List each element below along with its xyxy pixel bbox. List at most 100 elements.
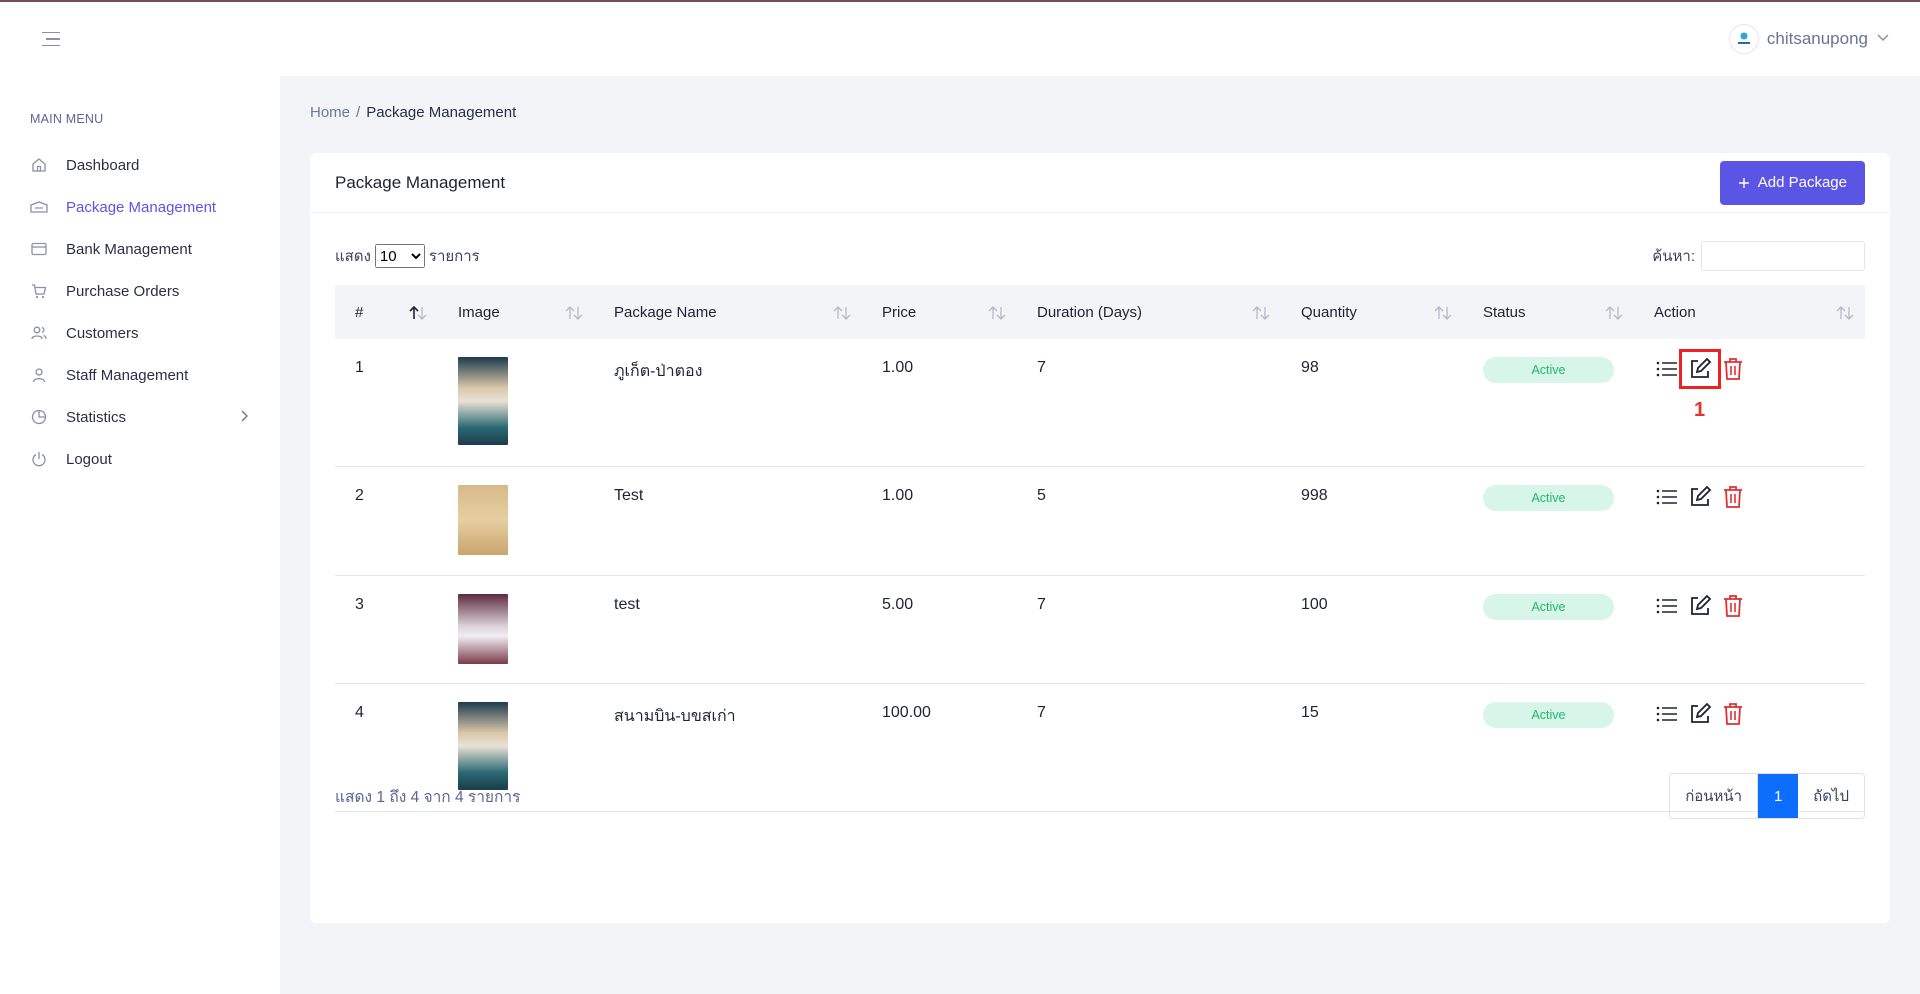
- quantity: 100: [1281, 575, 1463, 684]
- trash-icon[interactable]: [1720, 356, 1746, 382]
- column-header-status[interactable]: Status: [1463, 285, 1634, 339]
- image-cell: [438, 339, 594, 467]
- sidebar-item-label: Dashboard: [66, 156, 140, 174]
- table-header-row: # Image Package Name Price Duration (Day…: [335, 285, 1865, 339]
- search-label: ค้นหา:: [1652, 248, 1695, 265]
- status-badge: Active: [1483, 701, 1614, 728]
- status-badge: Active: [1483, 484, 1614, 511]
- prev-page-button[interactable]: ก่อนหน้า: [1670, 774, 1759, 818]
- username: chitsanupong: [1766, 29, 1868, 48]
- menu-toggle-icon[interactable]: [38, 27, 62, 51]
- column-header-duration[interactable]: Duration (Days): [1017, 285, 1281, 339]
- credit-card-icon: [30, 240, 48, 258]
- list-icon[interactable]: [1654, 356, 1680, 382]
- row-number: 1: [335, 339, 438, 467]
- page-title: Package Management: [335, 172, 506, 192]
- row-number: 2: [335, 466, 438, 576]
- duration: 7: [1017, 575, 1281, 684]
- column-header-image[interactable]: Image: [438, 285, 594, 339]
- quantity: 998: [1281, 466, 1463, 576]
- row-actions: 1: [1654, 349, 1865, 421]
- table-row: 1 ภูเก็ต-ป่าตอง 1.00 7 98 Active 1: [335, 339, 1865, 467]
- package-name: ภูเก็ต-ป่าตอง: [594, 339, 862, 467]
- row-actions: [1654, 701, 1865, 727]
- main-content: Home / Package Management Package Manage…: [280, 76, 1920, 994]
- sidebar-item-bank-management[interactable]: Bank Management: [0, 228, 280, 270]
- users-icon: [30, 324, 48, 342]
- breadcrumb-home-link[interactable]: Home: [310, 104, 350, 121]
- list-icon[interactable]: [1654, 484, 1680, 510]
- trash-icon[interactable]: [1720, 593, 1746, 619]
- sort-icon: [1434, 306, 1452, 320]
- column-header-action[interactable]: Action: [1634, 285, 1865, 339]
- quantity: 98: [1281, 339, 1463, 467]
- trash-icon[interactable]: [1720, 484, 1746, 510]
- sidebar-item-label: Logout: [66, 450, 112, 468]
- chevron-right-icon: [238, 409, 250, 427]
- add-package-button[interactable]: Add Package: [1719, 160, 1865, 205]
- page-1-button[interactable]: 1: [1758, 774, 1799, 818]
- package-card: Package Management Add Package แสดง 10 ร…: [310, 153, 1890, 923]
- plus-icon: [1738, 177, 1749, 188]
- column-header-number[interactable]: #: [335, 285, 438, 339]
- next-page-button[interactable]: ถัดไป: [1798, 774, 1864, 818]
- sidebar-item-staff-management[interactable]: Staff Management: [0, 354, 280, 396]
- row-number: 3: [335, 575, 438, 684]
- breadcrumb-current: Package Management: [366, 104, 517, 121]
- row-actions: [1654, 484, 1865, 510]
- package-name: Test: [594, 466, 862, 576]
- sort-icon: [1252, 306, 1270, 320]
- top-bar: chitsanupong: [0, 2, 1920, 76]
- sidebar-item-label: Package Management: [66, 198, 217, 216]
- sidebar-item-package-management[interactable]: Package Management: [0, 186, 280, 228]
- user-menu[interactable]: chitsanupong: [1728, 24, 1890, 54]
- edit-highlight-box: [1679, 349, 1721, 389]
- sidebar-item-label: Purchase Orders: [66, 282, 180, 300]
- package-image: [458, 593, 508, 664]
- column-header-package-name[interactable]: Package Name: [594, 285, 862, 339]
- show-prefix-label: แสดง: [335, 248, 371, 265]
- status-badge: Active: [1483, 593, 1614, 620]
- sort-icon: [833, 306, 851, 320]
- sidebar-item-dashboard[interactable]: Dashboard: [0, 144, 280, 186]
- table-footer: แสดง 1 ถึง 4 จาก 4 รายการ ก่อนหน้า 1 ถัด…: [335, 773, 1865, 819]
- action-cell: 1: [1634, 339, 1865, 467]
- annotation-number: 1: [1694, 399, 1706, 421]
- edit-icon[interactable]: [1687, 701, 1713, 727]
- sidebar-item-statistics[interactable]: Statistics: [0, 396, 280, 438]
- chevron-down-icon: [1876, 30, 1890, 49]
- home-icon: [30, 156, 48, 174]
- duration: 5: [1017, 466, 1281, 576]
- package-table: # Image Package Name Price Duration (Day…: [335, 285, 1865, 812]
- table-controls: แสดง 10 รายการ ค้นหา:: [335, 241, 1865, 271]
- user-icon: [30, 366, 48, 384]
- search-input[interactable]: [1701, 241, 1865, 271]
- package-image: [458, 357, 508, 445]
- action-cell: [1634, 466, 1865, 576]
- status-badge: Active: [1483, 357, 1614, 383]
- column-header-price[interactable]: Price: [862, 285, 1017, 339]
- sidebar-item-logout[interactable]: Logout: [0, 438, 280, 480]
- trash-icon[interactable]: [1720, 701, 1746, 727]
- add-package-label: Add Package: [1757, 174, 1847, 191]
- cart-icon: [30, 282, 48, 300]
- price: 1.00: [862, 466, 1017, 576]
- image-cell: [438, 575, 594, 684]
- sidebar-item-purchase-orders[interactable]: Purchase Orders: [0, 270, 280, 312]
- edit-icon[interactable]: [1687, 484, 1713, 510]
- column-header-quantity[interactable]: Quantity: [1281, 285, 1463, 339]
- search-control: ค้นหา:: [1652, 241, 1865, 271]
- show-suffix-label: รายการ: [428, 248, 480, 265]
- image-cell: [438, 466, 594, 576]
- list-icon[interactable]: [1654, 701, 1680, 727]
- page-length-select[interactable]: 10: [374, 244, 425, 268]
- sidebar: MAIN MENU Dashboard Package Management B…: [0, 76, 280, 994]
- price: 5.00: [862, 575, 1017, 684]
- list-icon[interactable]: [1654, 593, 1680, 619]
- sort-icon: [988, 306, 1006, 320]
- breadcrumb: Home / Package Management: [310, 104, 516, 121]
- sidebar-item-customers[interactable]: Customers: [0, 312, 280, 354]
- price: 1.00: [862, 339, 1017, 467]
- duration: 7: [1017, 339, 1281, 467]
- edit-icon[interactable]: [1687, 593, 1713, 619]
